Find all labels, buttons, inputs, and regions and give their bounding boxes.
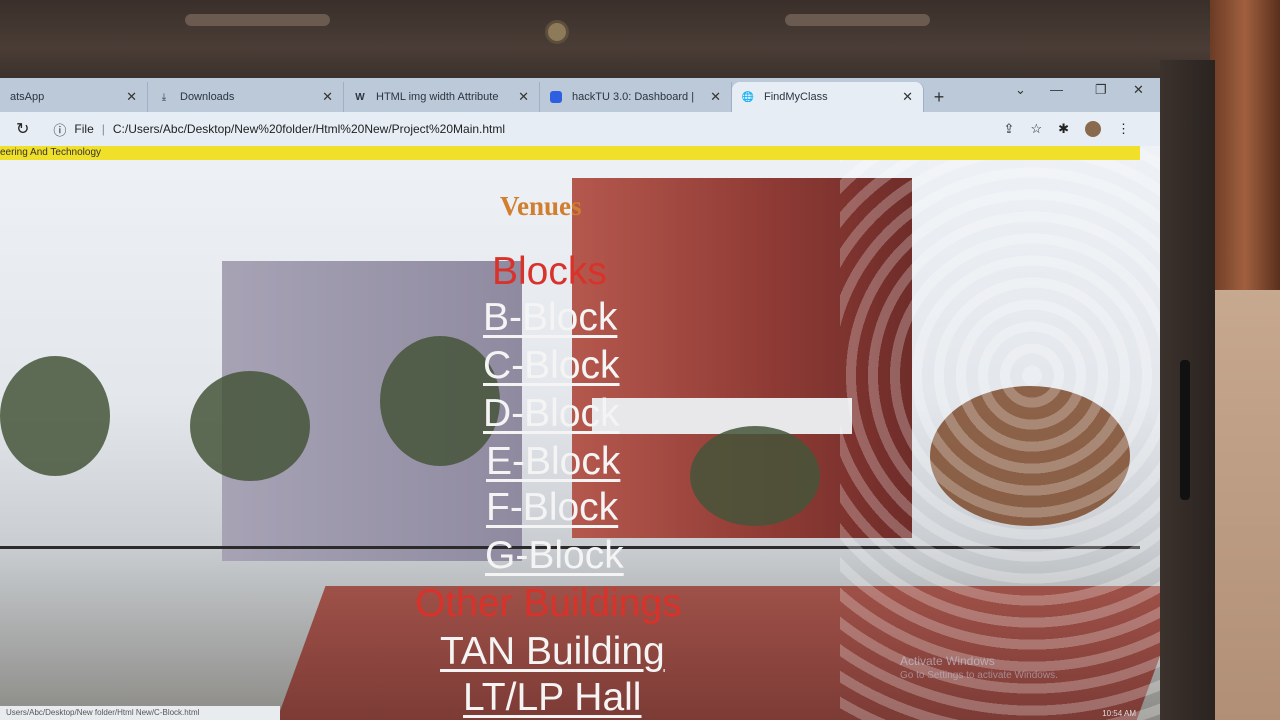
extensions-icon[interactable]: ✱	[1058, 121, 1069, 137]
laptop-bezel-right	[1160, 60, 1215, 720]
link-tan-building[interactable]: TAN Building	[440, 630, 665, 674]
tab-label: HTML img width Attribute	[376, 91, 499, 103]
w3schools-icon: W	[355, 91, 365, 103]
other-buildings-heading: Other Buildings	[415, 582, 682, 625]
menu-icon[interactable]: ⋮	[1117, 121, 1130, 137]
blocks-heading: Blocks	[492, 250, 607, 293]
tab-hacktu[interactable]: hackTU 3.0: Dashboard | De ✕	[540, 82, 732, 112]
tab-label: hackTU 3.0: Dashboard | De	[572, 91, 699, 103]
download-icon: ⤓	[161, 91, 167, 103]
minimize-icon[interactable]: —	[1050, 82, 1063, 97]
address-bar[interactable]: C:/Users/Abc/Desktop/New%20folder/Html%2…	[113, 122, 505, 136]
link-lt-lp-hall[interactable]: LT/LP Hall	[463, 676, 641, 720]
link-b-block[interactable]: B-Block	[483, 296, 617, 340]
tab-whatsapp[interactable]: atsApp ✕	[0, 82, 148, 112]
tab-label: FindMyClass	[764, 91, 828, 103]
screen-reflection	[840, 146, 1160, 720]
divider: |	[101, 122, 105, 136]
share-icon[interactable]: ⇪	[1004, 121, 1015, 137]
avatar[interactable]	[1085, 121, 1101, 137]
close-icon[interactable]: ✕	[710, 89, 721, 105]
address-toolbar: ↻ ⓘ File | C:/Users/Abc/Desktop/New%20fo…	[0, 112, 1160, 146]
tree-image	[190, 371, 310, 481]
laptop-screen: atsApp ✕ ⤓ Downloads ✕ W HTML img width …	[0, 78, 1160, 720]
activate-windows-watermark: Activate Windows	[900, 654, 995, 668]
tree-image	[690, 426, 820, 526]
tab-downloads[interactable]: ⤓ Downloads ✕	[148, 82, 344, 112]
toolbar-actions: ⇪ ☆ ✱ ⋮	[1004, 121, 1130, 137]
link-c-block[interactable]: C-Block	[483, 344, 620, 388]
tree-image	[0, 356, 110, 476]
chevron-down-icon[interactable]: ⌄	[1015, 82, 1026, 98]
close-icon[interactable]: ✕	[518, 89, 529, 105]
tab-findmyclass[interactable]: 🌐 FindMyClass ✕	[732, 82, 924, 112]
activate-windows-subtext: Go to Settings to activate Windows.	[900, 670, 1058, 681]
marquee-banner: eering And Technology	[0, 146, 1140, 160]
globe-icon: 🌐	[741, 91, 755, 103]
link-d-block[interactable]: D-Block	[483, 392, 620, 436]
info-icon[interactable]: ⓘ	[53, 120, 66, 139]
laptop-bezel	[0, 0, 1215, 80]
star-icon[interactable]: ☆	[1030, 121, 1042, 137]
window-close-icon[interactable]: ✕	[1133, 82, 1144, 98]
tab-w3schools[interactable]: W HTML img width Attribute ✕	[344, 82, 540, 112]
page-title: Venues	[500, 191, 582, 221]
page-content: eering And Technology Venues Blocks B-Bl…	[0, 146, 1160, 720]
restore-icon[interactable]: ❐	[1095, 82, 1107, 98]
devfolio-icon	[550, 91, 562, 103]
link-status-bar: Users/Abc/Desktop/New folder/Html New/C-…	[0, 706, 280, 720]
close-icon[interactable]: ✕	[902, 89, 913, 105]
taskbar-clock: 10:54 AM	[1102, 709, 1136, 718]
tab-strip: atsApp ✕ ⤓ Downloads ✕ W HTML img width …	[0, 78, 1160, 112]
file-label: File	[74, 122, 94, 136]
webcam	[545, 20, 569, 44]
new-tab-button[interactable]: +	[924, 82, 954, 112]
close-icon[interactable]: ✕	[322, 89, 333, 105]
tab-label: Downloads	[180, 91, 235, 103]
tab-label: atsApp	[10, 91, 45, 103]
background-wall	[1210, 0, 1280, 720]
link-e-block[interactable]: E-Block	[486, 440, 620, 484]
link-g-block[interactable]: G-Block	[485, 534, 624, 578]
close-icon[interactable]: ✕	[126, 89, 137, 105]
reload-icon[interactable]: ↻	[16, 119, 29, 139]
tree-image	[380, 336, 500, 466]
link-f-block[interactable]: F-Block	[486, 486, 618, 530]
